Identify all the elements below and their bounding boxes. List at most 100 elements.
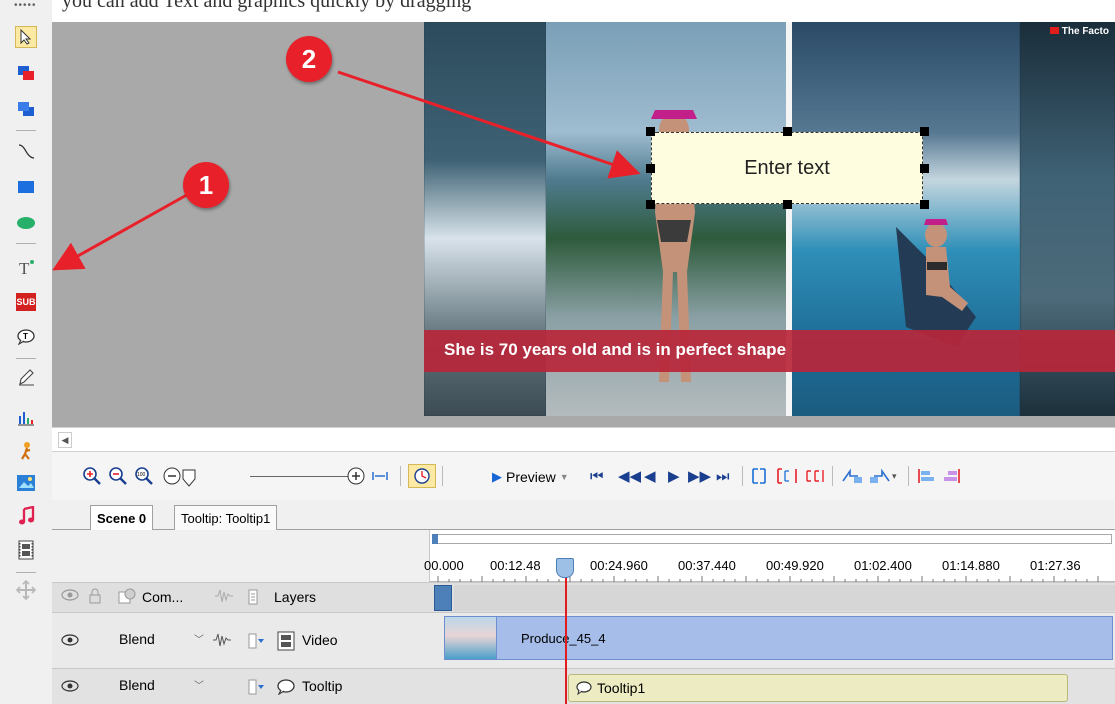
transition-left-icon[interactable] — [840, 464, 864, 488]
blend-mode-select[interactable]: Blend — [119, 677, 155, 693]
timeline: 00.000 00:12.48 00:24.960 00:37.440 00:4… — [52, 530, 1115, 704]
svg-text:100: 100 — [137, 472, 146, 478]
composite-icon[interactable] — [118, 588, 136, 606]
bring-forward-icon[interactable] — [15, 62, 37, 84]
send-backward-icon[interactable] — [15, 98, 37, 120]
tooltip-track-icon — [276, 679, 296, 695]
layer-options-icon[interactable] — [248, 679, 266, 695]
audio-waveform-icon[interactable] — [212, 631, 232, 649]
tick-label: 01:14.880 — [942, 558, 1000, 573]
tooltip-clip[interactable]: Tooltip1 — [568, 674, 1068, 702]
tooltip-icon[interactable]: T — [15, 326, 37, 348]
tick-label: 00:49.920 — [766, 558, 824, 573]
tick-label: 00:37.440 — [678, 558, 736, 573]
tab-tooltip1[interactable]: Tooltip: Tooltip1 — [174, 505, 278, 530]
tab-scene-0[interactable]: Scene 0 — [90, 505, 154, 531]
tab-scene-0-label: Scene 0 — [97, 511, 147, 526]
tick-label: 01:02.400 — [854, 558, 912, 573]
zoom-slider[interactable] — [250, 476, 360, 477]
chart-icon[interactable] — [15, 406, 37, 428]
go-to-start-icon[interactable]: ⏮ — [590, 464, 604, 488]
eye-icon[interactable] — [60, 588, 80, 602]
move-icon[interactable] — [15, 579, 37, 601]
top-caption-text: you can add Text and graphics quickly by… — [62, 0, 472, 12]
zoom-slider-thumb[interactable] — [182, 466, 196, 490]
com-column-label[interactable]: Com... — [142, 589, 183, 605]
align-right-icon[interactable] — [942, 464, 962, 488]
ellipse-icon[interactable] — [15, 212, 37, 234]
fit-width-icon[interactable] — [370, 464, 390, 488]
zoom-in-icon[interactable] — [82, 464, 102, 488]
zoom-100-icon[interactable]: 100 — [134, 464, 154, 488]
layer-options-icon[interactable] — [248, 633, 266, 649]
toolbar-separator — [16, 243, 36, 244]
blend-mode-select[interactable]: Blend — [119, 631, 155, 647]
preview-label: Preview — [506, 469, 556, 485]
toolbar-grip[interactable]: ••••• — [14, 1, 38, 11]
layers-range-handle[interactable] — [434, 585, 452, 611]
subtitle-icon[interactable]: SUB — [15, 291, 37, 313]
callout-2: 2 — [286, 36, 332, 82]
layers-label-row: Com... Layers — [52, 582, 1115, 612]
range-start-handle[interactable] — [432, 534, 438, 544]
audio-icon[interactable] — [15, 505, 37, 527]
rectangle-icon[interactable] — [15, 176, 37, 198]
chevron-down-icon[interactable]: ﹀ — [194, 677, 204, 692]
eye-icon[interactable] — [60, 679, 80, 693]
chevron-down-icon: ▼ — [559, 472, 569, 482]
track-name-video: Video — [302, 632, 338, 648]
go-to-end-icon[interactable]: ⏭ — [716, 464, 730, 488]
canvas-area[interactable]: She is 70 years old and is in perfect sh… — [52, 22, 1115, 427]
toolbar-separator — [400, 466, 401, 486]
chevron-down-icon[interactable]: ﹀ — [194, 631, 204, 646]
timeline-toolbar: 100 ▶ Preview ▼ ⏮ ◀◀ ◀ ▶ ▶▶ ⏭ ▾ — [52, 452, 1115, 500]
lock-icon[interactable] — [88, 587, 102, 605]
layer-options-icon[interactable] — [248, 589, 258, 605]
fast-forward-icon[interactable]: ▶▶ — [688, 464, 711, 488]
range-bar[interactable] — [434, 534, 1112, 544]
line-icon[interactable] — [15, 140, 37, 162]
select-arrow-icon[interactable] — [15, 26, 37, 48]
trim-icon[interactable] — [804, 464, 826, 488]
audio-waveform-icon[interactable] — [214, 587, 234, 605]
layers-column-label: Layers — [274, 589, 317, 605]
image-icon[interactable] — [15, 472, 37, 494]
video-editor-window: you can add Text and graphics quickly by… — [0, 0, 1115, 704]
zoom-out-icon[interactable] — [108, 464, 128, 488]
scroll-left-arrow-icon[interactable]: ◀ — [58, 432, 72, 448]
toolbar-overflow-icon[interactable]: ▾ — [892, 464, 897, 488]
step-back-icon[interactable]: ◀ — [644, 464, 656, 488]
video-clip[interactable]: Produce_45_4 — [444, 616, 1113, 660]
play-icon: ▶ — [492, 469, 502, 484]
toolbar-separator — [16, 572, 36, 573]
canvas-horizontal-scrollbar[interactable]: ◀ — [52, 427, 1115, 452]
pen-icon[interactable] — [15, 366, 37, 388]
toolbar-separator — [16, 358, 36, 359]
step-forward-icon[interactable]: ▶ — [668, 464, 680, 488]
align-left-icon[interactable] — [916, 464, 936, 488]
toolbar-separator — [742, 466, 743, 486]
zoom-minus-circle-icon[interactable] — [162, 464, 182, 488]
tick-label: 01:27.36 — [1030, 558, 1081, 573]
top-caption-strip: you can add Text and graphics quickly by… — [52, 0, 1115, 22]
video-clip-thumbnail — [445, 617, 497, 659]
snap-clock-icon[interactable] — [408, 464, 436, 488]
video-icon[interactable] — [15, 539, 37, 561]
svg-text:T: T — [19, 259, 30, 276]
character-icon[interactable] — [15, 440, 37, 462]
preview-button[interactable]: ▶ Preview ▼ — [492, 467, 569, 487]
rewind-icon[interactable]: ◀◀ — [618, 464, 641, 488]
toolbar-separator — [442, 466, 443, 486]
mark-in-icon[interactable] — [750, 464, 768, 488]
playhead-handle[interactable] — [556, 558, 574, 578]
eye-icon[interactable] — [60, 633, 80, 647]
zoom-plus-circle-icon[interactable] — [346, 464, 366, 488]
transition-right-icon[interactable] — [868, 464, 892, 488]
track-name-tooltip: Tooltip — [302, 678, 343, 694]
tick-label: 00:24.960 — [590, 558, 648, 573]
mark-out-icon[interactable] — [776, 464, 798, 488]
playhead-line — [565, 570, 567, 704]
text-icon[interactable]: T — [15, 256, 37, 278]
video-track-icon — [276, 631, 296, 651]
scene-tabs: Scene 0 Tooltip: Tooltip1 — [52, 500, 1115, 531]
